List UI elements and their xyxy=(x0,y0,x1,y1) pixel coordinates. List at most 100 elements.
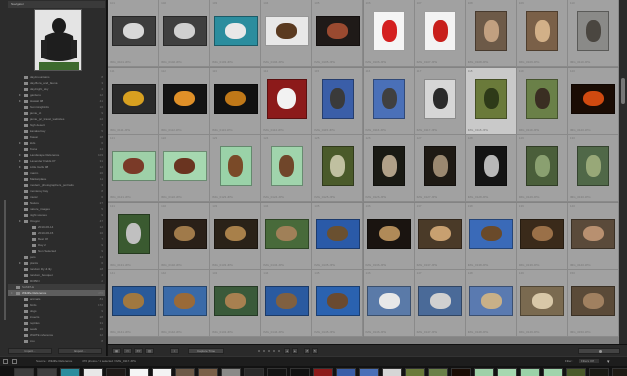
filmstrip-thumbnail[interactable] xyxy=(520,368,540,376)
grid-cell[interactable]: 107 IMG_0107.JPG xyxy=(414,0,466,67)
photo-thumbnail[interactable] xyxy=(162,218,207,249)
filmstrip-thumbnail[interactable] xyxy=(14,368,34,376)
photo-thumbnail[interactable] xyxy=(520,286,565,316)
grid-cell[interactable]: 142 IMG_0142.JPG xyxy=(159,270,211,337)
grid-cell[interactable]: 103 IMG_0103.JPG xyxy=(210,0,262,67)
grid-cell[interactable]: 144 IMG_0144.JPG xyxy=(261,270,313,337)
grid-cell[interactable]: 108 IMG_0108.JPG xyxy=(465,0,517,67)
rating-dot-1[interactable] xyxy=(258,350,260,352)
filmstrip-thumbnail[interactable] xyxy=(37,368,57,376)
grid-cell[interactable]: 116 IMG_0116.JPG xyxy=(363,67,415,135)
filmstrip-thumbnail[interactable] xyxy=(83,368,103,376)
photo-thumbnail[interactable] xyxy=(270,146,303,186)
disclosure-triangle-icon[interactable] xyxy=(19,220,21,222)
disclosure-triangle-icon[interactable] xyxy=(19,262,21,264)
filmstrip-thumbnail[interactable] xyxy=(175,368,195,376)
photo-thumbnail[interactable] xyxy=(162,286,207,316)
grid-cell[interactable]: 126 IMG_0126.JPG xyxy=(363,135,415,202)
photo-thumbnail[interactable] xyxy=(315,218,360,249)
rating-dot-3[interactable] xyxy=(268,350,270,352)
filmstrip-thumbnail[interactable] xyxy=(106,368,126,376)
filmstrip-thumbnail[interactable] xyxy=(589,368,609,376)
photo-thumbnail[interactable] xyxy=(213,16,258,46)
photo-thumbnail[interactable] xyxy=(117,213,150,254)
photo-thumbnail[interactable] xyxy=(264,218,309,249)
photo-thumbnail[interactable] xyxy=(469,286,514,316)
photo-thumbnail[interactable] xyxy=(111,83,156,114)
filmstrip-thumbnail[interactable] xyxy=(267,368,287,376)
disclosure-triangle-icon[interactable] xyxy=(19,154,21,156)
filmstrip-thumbnail[interactable] xyxy=(313,368,333,376)
grid-cell[interactable]: 102 IMG_0102.JPG xyxy=(159,0,211,67)
photo-thumbnail[interactable] xyxy=(266,78,307,119)
import-button[interactable]: Import... xyxy=(8,348,52,354)
filmstrip-thumbnail[interactable] xyxy=(198,368,218,376)
previous-arrow-icon[interactable]: ◂ xyxy=(284,348,290,354)
photo-thumbnail[interactable] xyxy=(469,218,514,249)
grid-cell[interactable]: 138 IMG_0138.JPG xyxy=(465,202,517,270)
grid-cell[interactable]: 115 IMG_0115.JPG xyxy=(312,67,364,135)
photo-thumbnail[interactable] xyxy=(424,11,457,51)
photo-thumbnail[interactable] xyxy=(418,218,463,249)
photo-thumbnail[interactable] xyxy=(321,146,354,186)
photo-thumbnail[interactable] xyxy=(571,286,616,316)
rating-dot-4[interactable] xyxy=(273,350,275,352)
photo-thumbnail[interactable] xyxy=(373,146,405,186)
grid-icon[interactable] xyxy=(24,359,29,372)
filmstrip-thumbnail[interactable] xyxy=(543,368,563,376)
secondary-window-icon[interactable] xyxy=(12,359,17,364)
photo-thumbnail[interactable] xyxy=(577,11,610,51)
grid-cell[interactable]: 132 IMG_0132.JPG xyxy=(159,202,211,270)
photo-thumbnail[interactable] xyxy=(373,11,405,51)
grid-cell[interactable]: 146 IMG_0146.JPG xyxy=(363,270,415,337)
grid-cell[interactable]: 129 IMG_0129.JPG xyxy=(516,135,568,202)
thumbnail-grid[interactable]: 101 IMG_0101.JPG 102 IMG_0102.JPG 103 IMG_010… xyxy=(108,0,619,344)
photo-thumbnail[interactable] xyxy=(111,286,156,316)
grid-cell[interactable]: 110 IMG_0110.JPG xyxy=(567,0,619,67)
filmstrip-thumbnail[interactable] xyxy=(129,368,149,376)
photo-thumbnail[interactable] xyxy=(475,78,508,119)
photo-thumbnail[interactable] xyxy=(213,286,258,316)
photo-thumbnail[interactable] xyxy=(577,146,610,186)
grid-cell[interactable]: 137 IMG_0137.JPG xyxy=(414,202,466,270)
navigator-preview[interactable] xyxy=(34,9,82,71)
grid-cell[interactable]: 133 IMG_0133.JPG xyxy=(210,202,262,270)
disclosure-triangle-icon[interactable] xyxy=(19,142,21,144)
rotate-right-icon[interactable]: ↻ xyxy=(312,348,318,354)
photo-thumbnail[interactable] xyxy=(526,11,559,51)
disclosure-triangle-icon[interactable] xyxy=(11,292,13,294)
grid-cell[interactable]: 121 IMG_0121.JPG xyxy=(108,135,159,202)
left-panel-scrollbar[interactable] xyxy=(4,200,6,320)
photo-thumbnail[interactable] xyxy=(264,286,309,316)
grid-cell[interactable]: 141 IMG_0141.JPG xyxy=(108,270,159,337)
grid-view-button[interactable]: ▦ xyxy=(112,348,121,354)
navigator-header[interactable]: Navigator xyxy=(8,1,105,8)
filmstrip-source[interactable]: Source : Wildlife Reference xyxy=(36,359,72,363)
filter-select[interactable]: Filters Off xyxy=(579,359,599,363)
photo-thumbnail[interactable] xyxy=(475,146,508,186)
grid-cell[interactable]: 131 IMG_0131.JPG xyxy=(108,202,159,270)
grid-cell[interactable]: 135 IMG_0135.JPG xyxy=(312,202,364,270)
grid-cell[interactable]: 111 IMG_0111.JPG xyxy=(108,67,159,135)
grid-cell[interactable]: 122 IMG_0122.JPG xyxy=(159,135,211,202)
grid-cell[interactable]: 140 IMG_0140.JPG xyxy=(567,202,619,270)
photo-thumbnail[interactable] xyxy=(219,146,252,186)
disclosure-triangle-icon[interactable] xyxy=(19,94,21,96)
grid-cell[interactable]: 120 IMG_0120.JPG xyxy=(567,67,619,135)
sort-by-select[interactable]: Capture Time xyxy=(188,348,224,354)
grid-cell[interactable]: 148 IMG_0148.JPG xyxy=(465,270,517,337)
grid-cell[interactable]: 114 IMG_0114.JPG xyxy=(261,67,313,135)
sort-direction-icon[interactable]: ↕ xyxy=(170,348,179,354)
disclosure-triangle-icon[interactable] xyxy=(19,166,21,168)
grid-cell[interactable]: 117 IMG_0117.JPG xyxy=(414,67,466,135)
grid-cell[interactable]: 123 IMG_0123.JPG xyxy=(210,135,262,202)
photo-thumbnail[interactable] xyxy=(321,78,354,119)
photo-thumbnail[interactable] xyxy=(424,146,457,186)
filmstrip-thumbnail[interactable] xyxy=(60,368,80,376)
photo-thumbnail[interactable] xyxy=(264,16,309,46)
grid-cell[interactable]: 145 IMG_0145.JPG xyxy=(312,270,364,337)
grid-cell[interactable]: 106 IMG_0106.JPG xyxy=(363,0,415,67)
grid-cell[interactable]: 130 IMG_0130.JPG xyxy=(567,135,619,202)
filmstrip-thumbnail[interactable] xyxy=(612,368,627,376)
photo-thumbnail[interactable] xyxy=(526,146,559,186)
